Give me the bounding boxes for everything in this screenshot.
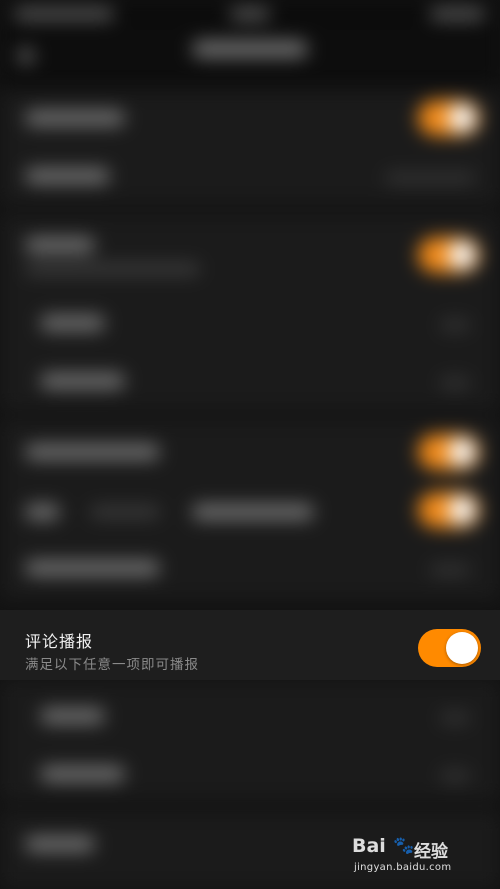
setting-toggle[interactable] xyxy=(418,100,480,136)
setting-row-label xyxy=(40,708,105,724)
status-bar xyxy=(0,0,500,30)
setting-row-label xyxy=(40,315,105,331)
setting-row-value xyxy=(440,712,470,724)
settings-group-1 xyxy=(0,92,500,204)
settings-group-3 xyxy=(0,420,500,600)
status-battery-icon xyxy=(430,8,485,20)
status-time xyxy=(230,8,270,20)
setting-row-label xyxy=(25,110,125,126)
settings-group-2 xyxy=(0,215,500,410)
settings-screen: 评论播报 满足以下任意一项即可播报 Bai 🐾 经验 jingyan.baidu… xyxy=(0,0,500,889)
comment-broadcast-row[interactable]: 评论播报 满足以下任意一项即可播报 xyxy=(0,610,500,680)
setting-row-subtitle xyxy=(25,263,200,275)
settings-group-4 xyxy=(0,680,500,800)
setting-row-value xyxy=(430,564,470,576)
comment-broadcast-title: 评论播报 xyxy=(25,632,94,651)
baidu-jingyan-watermark: Bai 🐾 经验 jingyan.baidu.com xyxy=(352,835,472,879)
setting-toggle[interactable] xyxy=(418,434,480,470)
setting-row-label xyxy=(25,444,160,460)
setting-toggle[interactable] xyxy=(418,237,480,273)
status-carrier xyxy=(14,8,114,20)
setting-row-value xyxy=(440,319,470,331)
setting-row-label xyxy=(40,373,125,389)
toggle-knob xyxy=(446,632,478,664)
comment-broadcast-toggle[interactable] xyxy=(418,629,481,667)
paw-icon: 🐾 xyxy=(393,836,415,856)
setting-row-label xyxy=(40,766,125,782)
setting-toggle[interactable] xyxy=(418,492,480,528)
setting-row-value xyxy=(440,377,470,389)
watermark-url: jingyan.baidu.com xyxy=(354,862,452,873)
page-title xyxy=(192,40,308,58)
back-icon[interactable] xyxy=(18,48,34,64)
comment-broadcast-subtitle: 满足以下任意一项即可播报 xyxy=(25,657,199,673)
setting-row-label xyxy=(192,504,314,520)
setting-row-value xyxy=(385,172,475,184)
setting-row-label xyxy=(25,237,95,253)
setting-row-value xyxy=(440,770,470,782)
setting-row-label xyxy=(25,836,95,852)
watermark-brand-cn: 经验 xyxy=(414,842,448,862)
setting-row-label xyxy=(25,504,60,520)
setting-row-value xyxy=(90,506,160,518)
setting-row-label xyxy=(25,560,160,576)
setting-row-label xyxy=(25,168,110,184)
watermark-brand: Bai xyxy=(352,835,386,857)
